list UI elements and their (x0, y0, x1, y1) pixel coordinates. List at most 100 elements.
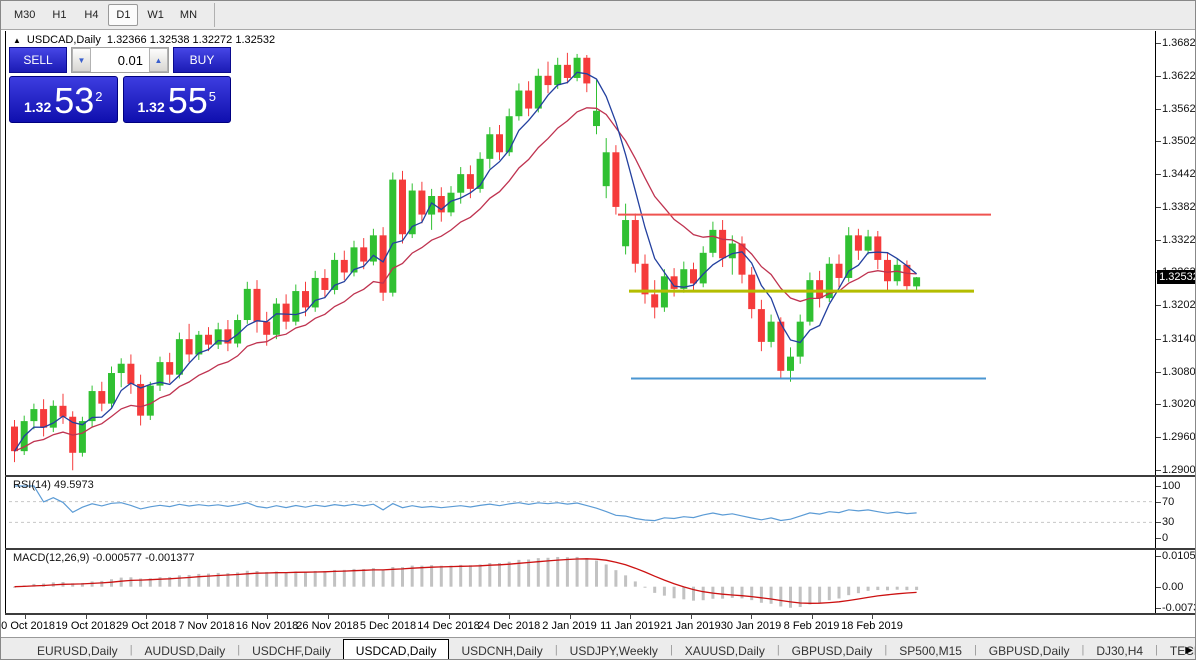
macd-axis-tick (1156, 586, 1161, 588)
chart-tab-usdcnh-daily[interactable]: USDCNH,Daily (449, 641, 554, 659)
rsi-label: RSI(14) 49.5973 (13, 479, 94, 491)
timeframe-button-D1[interactable]: D1 (108, 4, 139, 26)
timeframe-button-M30[interactable]: M30 (7, 4, 42, 26)
one-click-trade-panel: SELL ▼ 0.01 ▲ BUY 1.32 53 2 1.32 55 5 (9, 47, 231, 123)
price-axis-tick (1156, 470, 1161, 471)
price-axis-tick (1156, 206, 1161, 208)
buy-price-prefix: 1.32 (137, 99, 165, 115)
date-axis-label: 2 Jan 2019 (542, 620, 597, 632)
rsi-axis-label: 0 (1162, 532, 1169, 544)
chart-tab-eurusd-daily[interactable]: EURUSD,Daily (25, 641, 130, 659)
rsi-axis-tick (1156, 522, 1161, 524)
macd-label: MACD(12,26,9) -0.000577 -0.001377 (13, 552, 195, 564)
chart-tab-gbpusd-daily[interactable]: GBPUSD,Daily (780, 641, 885, 659)
price-axis-tick (1156, 437, 1161, 439)
buy-button[interactable]: BUY (173, 47, 231, 73)
timeframe-button-W1[interactable]: W1 (140, 4, 171, 26)
date-axis-label: 29 Oct 2018 (116, 620, 176, 632)
main-chart-pane: ▲ USDCAD,Daily 1.32366 1.32538 1.32272 1… (5, 31, 1196, 476)
chart-ohlc-values: 1.32366 1.32538 1.32272 1.32532 (106, 34, 276, 46)
buy-price-pip: 5 (208, 89, 217, 104)
chart-tab-usdjpy-weekly[interactable]: USDJPY,Weekly (558, 641, 670, 659)
lot-increase-button[interactable]: ▲ (149, 48, 168, 72)
chart-tab-sp500-m15[interactable]: SP500,M15 (887, 641, 974, 659)
chart-tab-xauusd-daily[interactable]: XAUUSD,Daily (673, 641, 777, 659)
date-axis-label: 11 Jan 2019 (600, 620, 660, 632)
lot-size-group: ▼ 0.01 ▲ (71, 47, 169, 73)
sell-quote-box[interactable]: 1.32 53 2 (9, 76, 118, 123)
date-axis-tick (146, 615, 147, 619)
chart-symbol-title: USDCAD,Daily (26, 34, 101, 46)
price-axis-tick (1156, 43, 1161, 44)
rsi-axis-label: 30 (1162, 516, 1175, 529)
rsi-axis-tick (1156, 538, 1161, 539)
rsi-pane: RSI(14) 49.5973 100 70 30 0 (5, 477, 1195, 548)
price-axis-tick (1156, 338, 1161, 340)
macd-axis-tick (1156, 555, 1161, 557)
chart-tab-dj30-h4[interactable]: DJ30,H4 (1084, 641, 1155, 659)
date-axis-tick (327, 615, 329, 619)
collapse-icon[interactable]: ▲ (13, 36, 21, 45)
date-axis-label: 24 Dec 2018 (477, 620, 541, 632)
lot-decrease-button[interactable]: ▼ (72, 48, 91, 72)
price-axis-label: 1.33220 (1162, 233, 1196, 246)
lot-size-input[interactable]: 0.01 (91, 48, 149, 72)
date-axis-label: 30 Jan 2019 (720, 620, 782, 632)
date-axis-label: 21 Jan 2019 (660, 620, 721, 632)
date-axis-label: 5 Dec 2018 (359, 620, 417, 632)
date-axis-tick (85, 615, 87, 619)
tab-scroll-right-arrow[interactable]: ▶ (1185, 645, 1193, 656)
timeframe-button-H1[interactable]: H1 (44, 4, 74, 26)
price-axis-tick (1156, 108, 1161, 110)
price-axis-tick (1156, 141, 1161, 143)
rsi-plot (5, 477, 1156, 548)
sell-button[interactable]: SELL (9, 47, 67, 73)
date-axis-tick (267, 615, 268, 619)
price-axis-tick (1156, 75, 1161, 77)
date-axis-tick (751, 615, 752, 619)
date-axis-label: 26 Nov 2018 (296, 620, 359, 632)
buy-price-main: 55 (167, 80, 208, 121)
date-axis-tick (569, 615, 571, 619)
chart-tab-audusd-daily[interactable]: AUDUSD,Daily (133, 641, 238, 659)
price-axis-label: 1.35020 (1162, 135, 1196, 148)
price-axis-tick (1156, 305, 1161, 307)
date-axis-tick (206, 615, 208, 619)
price-axis-label: 1.32020 (1162, 299, 1196, 312)
chart-tab-gbpusd-daily[interactable]: GBPUSD,Daily (977, 641, 1082, 659)
macd-axis-tick (1156, 607, 1161, 609)
price-axis-label: 1.30205 (1162, 398, 1196, 411)
price-axis-label: 1.33820 (1162, 200, 1196, 213)
timeframe-button-MN[interactable]: MN (173, 4, 204, 26)
chart-tab-usdchf-daily[interactable]: USDCHF,Daily (240, 641, 343, 659)
trading-terminal-window: { "toolbar": { "timeframes": [ {"label":… (0, 0, 1196, 660)
sell-price-prefix: 1.32 (23, 99, 52, 115)
price-axis-label: 1.29605 (1162, 431, 1196, 444)
chart-tab-usdcad-daily[interactable]: USDCAD,Daily (342, 639, 450, 659)
price-axis-tick (1156, 404, 1161, 406)
sell-price-pip: 2 (95, 89, 103, 104)
date-axis-label: 18 Feb 2019 (841, 620, 903, 632)
rsi-axis-tick (1156, 501, 1161, 503)
price-axis-tick (1156, 371, 1161, 373)
date-axis-tick (448, 615, 450, 619)
date-axis-tick (25, 615, 26, 619)
date-axis-label: 7 Nov 2018 (178, 620, 235, 632)
date-axis-label: 19 Oct 2018 (55, 620, 116, 632)
sell-price-main: 53 (54, 80, 95, 121)
toolbar-separator (214, 3, 216, 27)
date-axis-tick (630, 615, 631, 619)
date-axis-label: 14 Dec 2018 (417, 620, 480, 632)
price-axis-tick (1156, 239, 1161, 241)
date-axis-tick (811, 615, 813, 619)
buy-quote-box[interactable]: 1.32 55 5 (122, 76, 231, 123)
timeframe-button-H4[interactable]: H4 (76, 4, 106, 26)
macd-axis-label: 0.00 (1162, 580, 1184, 593)
price-axis-label: 1.34420 (1162, 168, 1196, 181)
rsi-axis-label: 100 (1162, 480, 1181, 492)
current-price-flag: 1.32532 (1157, 270, 1195, 285)
price-axis-label: 1.35620 (1162, 102, 1196, 115)
date-axis-label: 10 Oct 2018 (0, 620, 55, 632)
price-axis-label: 1.30805 (1162, 365, 1196, 378)
chart-title-bar: ▲ USDCAD,Daily 1.32366 1.32538 1.32272 1… (13, 34, 275, 46)
